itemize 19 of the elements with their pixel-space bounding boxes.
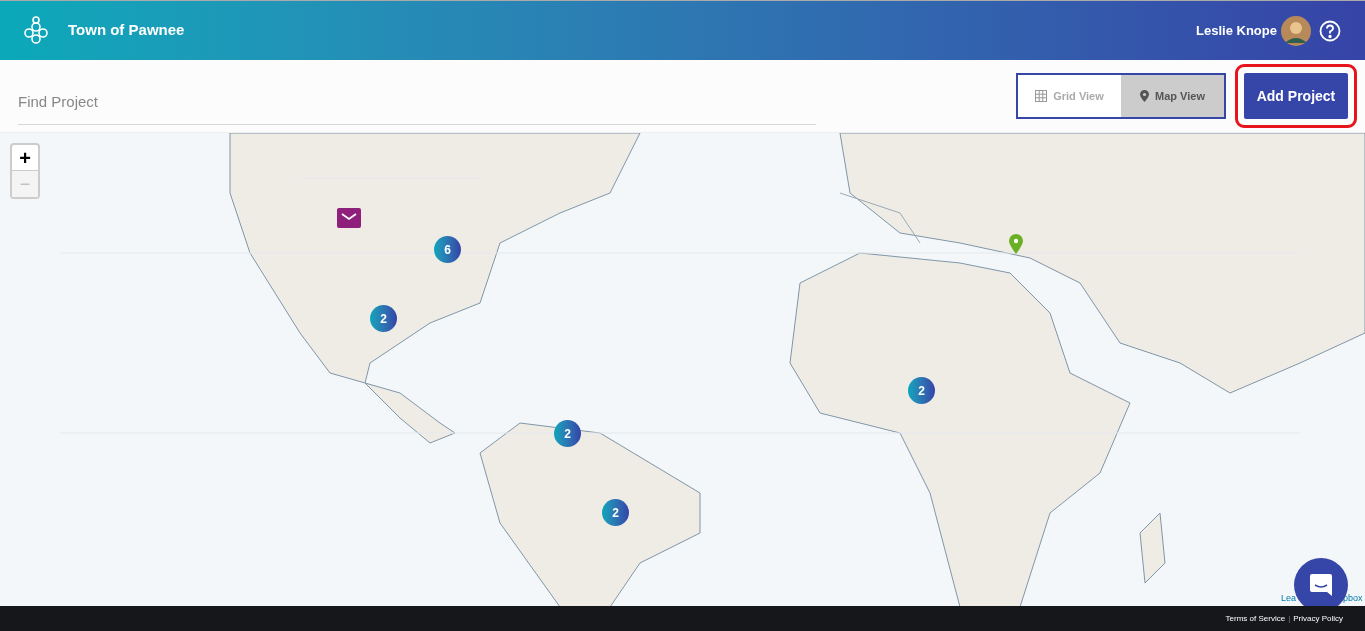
avatar-icon[interactable] <box>1281 15 1311 46</box>
mail-marker[interactable] <box>337 208 361 228</box>
separator: | <box>1288 612 1291 625</box>
pin-marker[interactable] <box>1009 234 1023 254</box>
attribution-link[interactable]: pbox <box>1343 594 1363 603</box>
user-name[interactable]: Leslie Knope <box>1196 20 1277 41</box>
envelope-icon <box>341 213 357 223</box>
attribution-link[interactable]: Lea <box>1281 594 1297 603</box>
search-field[interactable]: Find Project <box>18 79 816 125</box>
grid-icon <box>1035 90 1048 102</box>
app-title: Town of Pawnee <box>68 20 185 41</box>
privacy-link[interactable]: Privacy Policy <box>1293 612 1343 625</box>
terms-link[interactable]: Terms of Service <box>1225 612 1286 625</box>
help-icon[interactable] <box>1319 19 1341 42</box>
add-project-button[interactable]: Add Project <box>1244 73 1348 119</box>
view-tab[interactable]: Map View <box>1121 75 1224 117</box>
pin-icon <box>1140 90 1150 102</box>
chat-icon <box>1308 572 1334 598</box>
logo-icon <box>24 15 48 46</box>
